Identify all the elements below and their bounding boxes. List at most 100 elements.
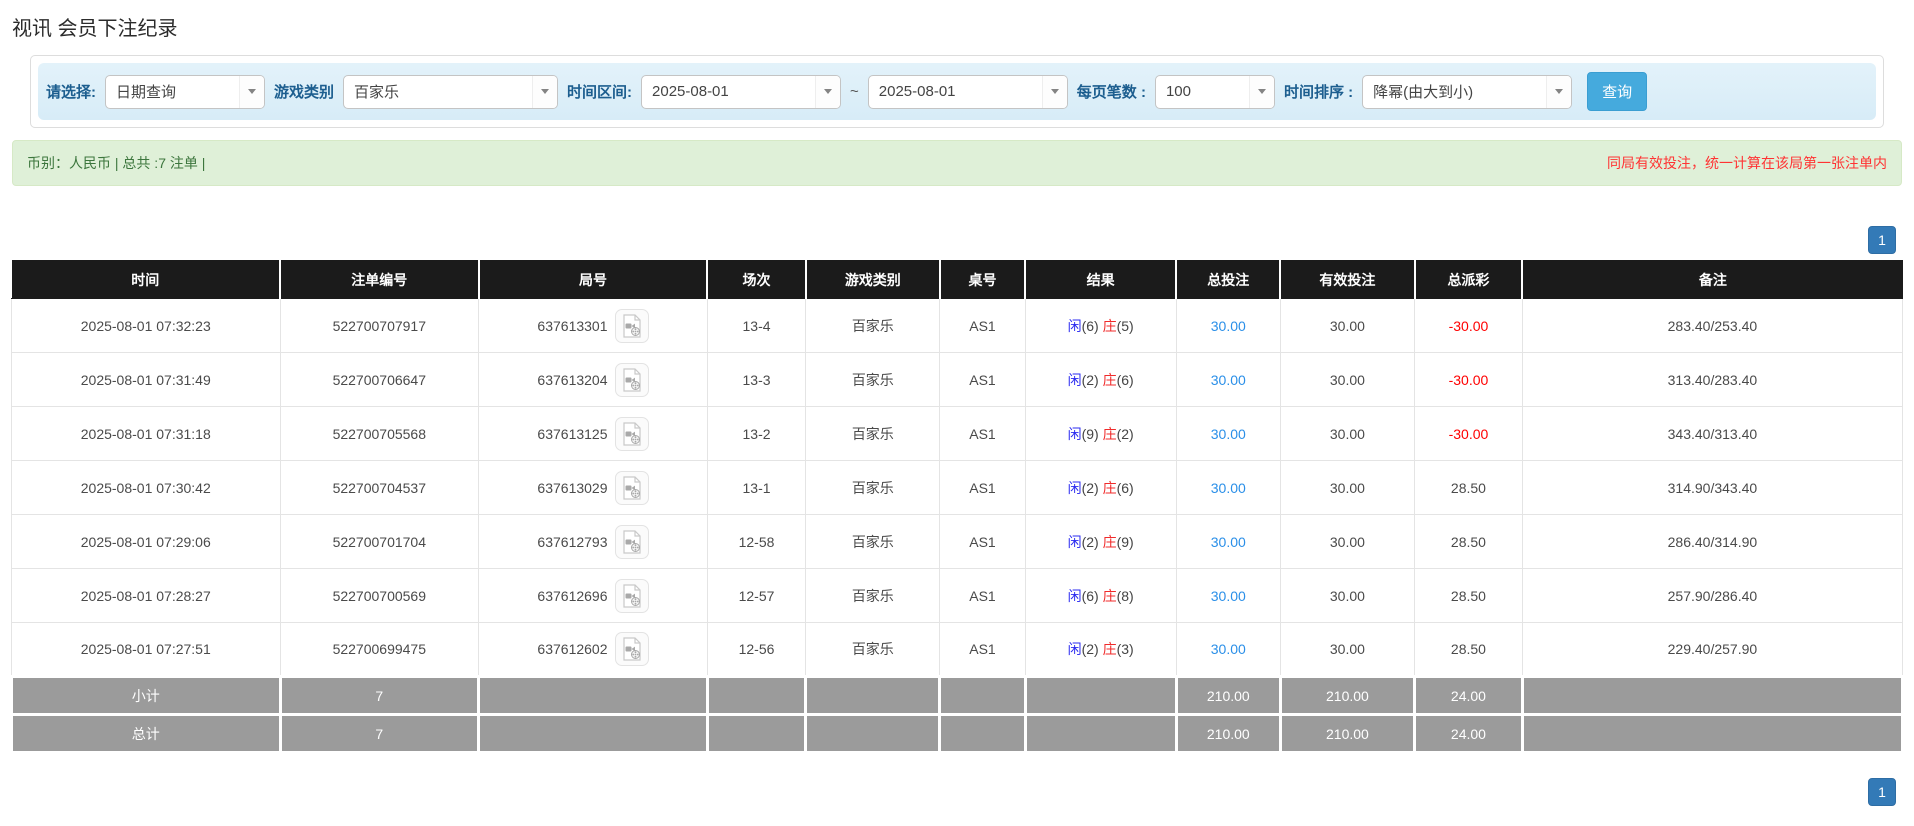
round-number: 637612793	[537, 533, 608, 550]
cell-bet-id: 522700700569	[279, 568, 480, 623]
page-size-select[interactable]: 100	[1154, 74, 1275, 109]
round-number: 637613125	[537, 425, 608, 442]
video-replay-button[interactable]	[614, 578, 649, 613]
result-player-label: 闲	[1067, 371, 1082, 388]
cell-result: 闲(2) 庄(9)	[1024, 514, 1177, 569]
cell-round: 637613029	[478, 460, 708, 515]
total-bet-link[interactable]: 30.00	[1211, 318, 1246, 334]
result-player-label: 闲	[1067, 317, 1082, 334]
query-type-select[interactable]: 日期查询	[105, 74, 265, 109]
cell-table-no: AS1	[939, 352, 1026, 407]
result-banker-score: (2)	[1116, 425, 1134, 442]
sort-order-label: 时间排序 :	[1283, 84, 1354, 101]
range-separator: ~	[850, 83, 859, 100]
total-label: 总计	[10, 713, 282, 754]
chevron-down-icon[interactable]	[815, 75, 841, 108]
table-row: 2025-08-01 07:32:23 522700707917 6376133…	[11, 298, 1904, 353]
currency-summary-text: 币别：人民币 | 总共 :7 注单 |	[27, 155, 206, 171]
cell-valid-bet: 30.00	[1279, 406, 1416, 461]
column-header: 总投注	[1175, 260, 1281, 299]
cell-table-no: AS1	[939, 298, 1026, 353]
cell-total-bet: 30.00	[1175, 406, 1281, 461]
video-replay-button[interactable]	[614, 308, 649, 343]
cell-result: 闲(6) 庄(5)	[1024, 298, 1177, 353]
date-from-select[interactable]: 2025-08-01	[641, 74, 842, 109]
total-count: 7	[278, 713, 481, 754]
result-banker-score: (3)	[1116, 641, 1134, 657]
result-player-score: (2)	[1081, 371, 1099, 388]
page-size-label: 每页笔数 :	[1076, 84, 1146, 101]
date-to-value: 2025-08-01	[878, 83, 956, 100]
cell-round: 637612696	[478, 568, 708, 623]
cell-game-type: 百家乐	[805, 460, 941, 515]
result-banker-label: 庄	[1102, 533, 1117, 550]
table-row: 2025-08-01 07:27:51 522700699475 6376126…	[11, 622, 1904, 677]
cell-payout: 28.50	[1414, 514, 1523, 569]
cell-round: 637613125	[478, 406, 708, 461]
column-header: 局号	[477, 260, 708, 299]
cell-valid-bet: 30.00	[1279, 298, 1416, 353]
subtotal-valid-bet: 210.00	[1278, 675, 1417, 716]
chevron-down-icon[interactable]	[1041, 75, 1067, 108]
time-range-label: 时间区间:	[567, 84, 633, 101]
cell-valid-bet: 30.00	[1279, 622, 1416, 677]
video-replay-button[interactable]	[614, 470, 649, 505]
total-payout: 24.00	[1413, 713, 1524, 754]
total-bet-link[interactable]: 30.00	[1211, 588, 1246, 604]
cell-session: 12-57	[706, 568, 807, 623]
chevron-down-icon[interactable]	[532, 75, 558, 108]
round-number: 637613204	[537, 371, 608, 388]
cell-remark: 286.40/314.90	[1521, 514, 1904, 569]
chevron-down-icon[interactable]	[1546, 75, 1572, 108]
page-size-value: 100	[1165, 83, 1191, 100]
table-row: 2025-08-01 07:28:27 522700700569 6376126…	[11, 568, 1904, 623]
cell-session: 13-3	[706, 352, 807, 407]
cell-payout: 28.50	[1414, 622, 1523, 677]
subtotal-label: 小计	[10, 675, 282, 716]
cell-total-bet: 30.00	[1175, 352, 1281, 407]
video-replay-icon	[622, 475, 641, 500]
cell-round: 637612793	[478, 514, 708, 569]
column-header: 有效投注	[1279, 260, 1415, 299]
date-to-select[interactable]: 2025-08-01	[867, 74, 1068, 109]
result-banker-label: 庄	[1102, 587, 1117, 604]
cell-session: 13-2	[706, 406, 807, 461]
video-replay-button[interactable]	[614, 362, 649, 397]
total-bet-link[interactable]: 30.00	[1211, 534, 1246, 550]
result-player-label: 闲	[1067, 425, 1082, 442]
video-replay-icon	[622, 421, 641, 446]
total-total-bet: 210.00	[1174, 713, 1282, 754]
cell-round: 637613204	[478, 352, 708, 407]
video-replay-button[interactable]	[614, 524, 649, 559]
video-replay-icon	[622, 637, 641, 661]
chevron-down-icon[interactable]	[1248, 75, 1274, 108]
cell-remark: 313.40/283.40	[1521, 352, 1904, 407]
total-bet-link[interactable]: 30.00	[1211, 641, 1246, 657]
total-bet-link[interactable]: 30.00	[1211, 372, 1246, 388]
cell-game-type: 百家乐	[805, 622, 941, 677]
result-banker-score: (8)	[1116, 587, 1134, 604]
page-root: 视讯 会员下注纪录 请选择: 日期查询 游戏类别 百家乐 时间区间: 2025-…	[0, 0, 1914, 826]
cell-time: 2025-08-01 07:31:49	[11, 352, 281, 407]
valid-bet-note-text: 同局有效投注，统一计算在该局第一张注单内	[1607, 155, 1887, 171]
cell-payout: -30.00	[1414, 298, 1523, 353]
column-header: 场次	[706, 260, 806, 299]
game-type-select[interactable]: 百家乐	[343, 74, 559, 109]
sort-order-select[interactable]: 降幂(由大到小)	[1362, 74, 1573, 109]
chevron-down-icon[interactable]	[239, 75, 264, 108]
total-bet-link[interactable]: 30.00	[1211, 480, 1246, 496]
cell-payout: -30.00	[1414, 406, 1523, 461]
table-row: 2025-08-01 07:29:06 522700701704 6376127…	[11, 514, 1904, 569]
result-banker-score: (6)	[1116, 371, 1134, 388]
video-replay-button[interactable]	[614, 632, 649, 666]
total-bet-link[interactable]: 30.00	[1211, 426, 1246, 442]
result-player-score: (2)	[1081, 533, 1099, 550]
round-number: 637612602	[537, 641, 608, 657]
result-banker-label: 庄	[1102, 425, 1117, 442]
grand-total-row: 总计 7 210.00 210.00 24.00	[10, 713, 1905, 754]
video-replay-button[interactable]	[614, 416, 649, 451]
search-button[interactable]: 查询	[1587, 72, 1648, 111]
page-1-button[interactable]: 1	[1868, 778, 1896, 806]
page-1-button[interactable]: 1	[1868, 226, 1896, 254]
cell-time: 2025-08-01 07:28:27	[11, 568, 281, 623]
